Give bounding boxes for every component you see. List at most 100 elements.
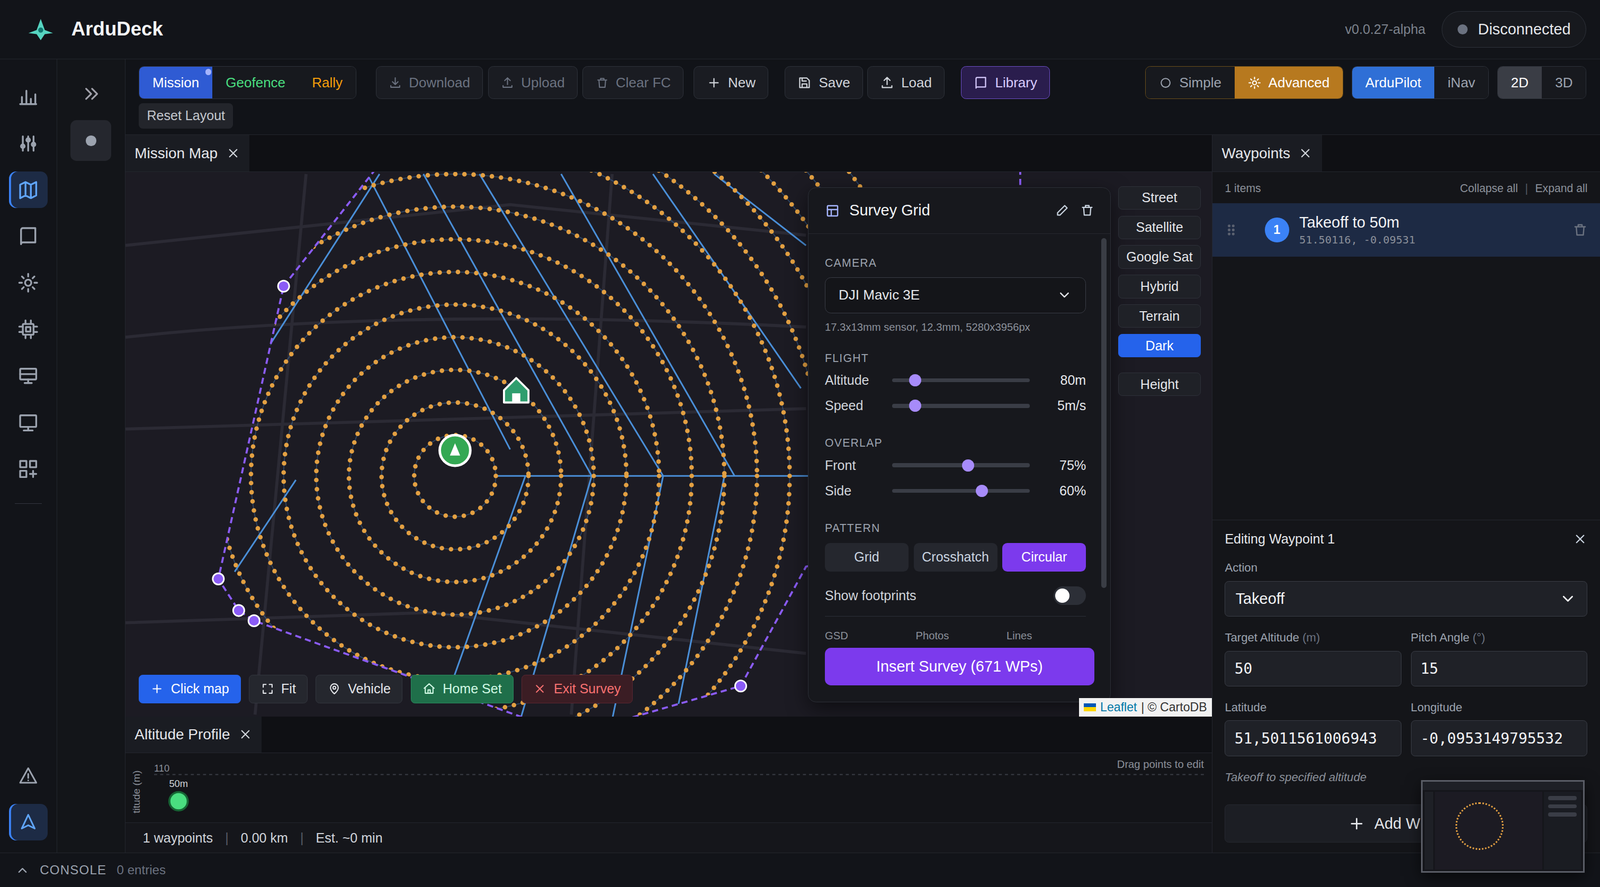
slider-thumb[interactable] (909, 374, 922, 387)
rail-item[interactable] (9, 403, 48, 441)
height-toggle[interactable]: Height (1118, 372, 1201, 397)
delete-button[interactable] (1080, 203, 1095, 218)
close-editor-button[interactable] (1572, 532, 1588, 547)
pattern-option[interactable]: Circular (1002, 543, 1086, 572)
scrollbar[interactable] (1101, 238, 1107, 589)
toolbar: Mission Geofence Rally DownloadUploadCle… (125, 59, 1600, 136)
fit-icon (261, 682, 275, 696)
collapse-all[interactable]: Collapse all (1459, 182, 1518, 195)
field-input[interactable]: 15 (1410, 651, 1588, 687)
altitude-chart[interactable]: titude (m)11050m (125, 753, 1212, 823)
file-action-button[interactable]: Save (784, 66, 864, 100)
mode-indicator (205, 68, 212, 76)
fc-action-button[interactable]: Upload (488, 66, 578, 100)
altitude-tabbar: Altitude Profile (125, 716, 1212, 754)
waypoint-row[interactable]: 1 Takeoff to 50m 51.50116, -0.09531 (1212, 203, 1600, 257)
rail-item[interactable] (9, 450, 48, 488)
map-control-button[interactable]: Home Set (410, 675, 514, 704)
mode-tab[interactable]: Mission (139, 66, 213, 99)
map-control-button[interactable]: Click map (138, 675, 241, 704)
section-label: OVERLAP (824, 436, 1086, 450)
fc-action-button[interactable]: Download (375, 66, 483, 100)
map-control-button[interactable]: Vehicle (315, 675, 403, 704)
console-bar[interactable]: CONSOLE 0 entries (0, 852, 1600, 887)
layer-option[interactable]: Terrain (1118, 304, 1201, 328)
boundary-vertex[interactable] (232, 605, 245, 617)
new-button[interactable]: New (693, 66, 769, 100)
altitude-tab[interactable]: Altitude Profile (125, 716, 262, 753)
slider-track[interactable] (892, 463, 1030, 468)
altitude-profile: titude (m)11050m Drag points to edit (125, 753, 1212, 823)
layout-thumbnail[interactable] (1421, 780, 1585, 874)
slider-track[interactable] (892, 403, 1030, 409)
boundary-vertex[interactable] (248, 615, 260, 627)
firmware-option[interactable]: ArduPilot (1352, 66, 1435, 99)
flight-line (255, 174, 380, 368)
mode-tab[interactable]: Rally (298, 66, 356, 99)
ui-mode-option[interactable]: Simple (1145, 66, 1235, 99)
mission-map[interactable]: Survey Grid CAMERA DJI Mavic 3E 17.3x13m… (125, 172, 1212, 717)
action-select[interactable]: Takeoff (1224, 581, 1588, 617)
expand-button[interactable] (81, 83, 102, 105)
layer-option[interactable]: Google Sat (1118, 245, 1201, 269)
reset-layout-button[interactable]: Reset Layout (138, 103, 233, 129)
connection-button[interactable]: Disconnected (1441, 11, 1587, 49)
map-control-button[interactable]: Exit Survey (521, 675, 633, 704)
altitude-point[interactable] (169, 792, 188, 812)
boundary-vertex[interactable] (212, 573, 224, 585)
layer-option[interactable]: Satellite (1118, 216, 1201, 240)
rail-item[interactable] (9, 171, 48, 209)
field-input[interactable]: 51,5011561006943 (1224, 720, 1402, 757)
rail-item[interactable] (9, 311, 48, 348)
map-control-button[interactable]: Fit (248, 675, 308, 704)
view-option[interactable]: 3D (1541, 66, 1586, 99)
workspace: Mission Geofence Rally DownloadUploadCle… (0, 59, 1600, 853)
layer-option[interactable]: Street (1118, 186, 1201, 210)
edit-button[interactable] (1055, 203, 1070, 218)
home-marker[interactable] (504, 378, 529, 403)
slider-track[interactable] (892, 378, 1030, 383)
slider-track[interactable] (892, 489, 1030, 494)
rail-item[interactable] (9, 78, 48, 115)
ui-mode-option[interactable]: Advanced (1234, 66, 1343, 99)
upload-icon (500, 76, 515, 90)
leaflet-link[interactable]: Leaflet (1100, 700, 1137, 715)
fc-action-button[interactable]: Clear FC (582, 66, 684, 100)
slider-thumb[interactable] (962, 459, 975, 472)
expand-all[interactable]: Expand all (1534, 182, 1588, 195)
field-input[interactable]: -0,0953149795532 (1410, 720, 1588, 757)
rail-item[interactable] (9, 218, 48, 255)
panel-toggle[interactable] (70, 120, 112, 161)
view-option[interactable]: 2D (1497, 66, 1542, 99)
field-input[interactable]: 50 (1224, 651, 1402, 687)
file-action-button[interactable]: Load (867, 66, 946, 100)
layer-option[interactable]: Hybrid (1118, 274, 1201, 299)
boundary-vertex[interactable] (277, 280, 290, 292)
mode-tab[interactable]: Geofence (212, 66, 299, 99)
waypoints-tab[interactable]: Waypoints (1212, 135, 1322, 172)
orbit-path (414, 435, 496, 517)
boundary-vertex[interactable] (734, 680, 746, 692)
rail-item[interactable] (9, 264, 48, 302)
trash-icon (1572, 222, 1588, 238)
map-tab[interactable]: Mission Map (125, 135, 250, 172)
rail-item[interactable] (9, 124, 48, 162)
delete-waypoint-button[interactable] (1572, 222, 1588, 238)
survey-panel: Survey Grid CAMERA DJI Mavic 3E 17.3x13m… (807, 187, 1111, 703)
nav-rail (0, 59, 58, 853)
rail-item[interactable] (9, 357, 48, 394)
firmware-option[interactable]: iNav (1434, 66, 1489, 99)
plus-icon (150, 682, 164, 696)
slider-thumb[interactable] (909, 399, 922, 412)
slider-thumb[interactable] (975, 484, 988, 498)
insert-survey-button[interactable]: Insert Survey (671 WPs) (824, 648, 1095, 686)
layer-option[interactable]: Dark (1118, 334, 1201, 358)
rail-item[interactable] (9, 757, 48, 795)
rail-item[interactable] (9, 804, 48, 841)
pattern-option[interactable]: Crosshatch (913, 543, 998, 572)
footprints-toggle[interactable] (1053, 586, 1087, 606)
library-button[interactable]: Library (960, 66, 1050, 100)
pattern-option[interactable]: Grid (824, 543, 909, 572)
camera-select[interactable]: DJI Mavic 3E (824, 277, 1086, 313)
takeoff-marker[interactable] (439, 435, 471, 466)
